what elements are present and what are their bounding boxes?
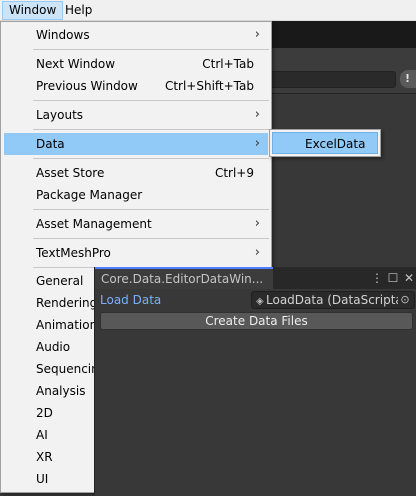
shortcut-label: Ctrl+Shift+Tab (164, 79, 254, 93)
menu-item-asset-management[interactable]: Asset Management › (4, 213, 268, 235)
editor-search-field[interactable] (268, 71, 396, 88)
shortcut-label: Ctrl+9 (214, 166, 254, 180)
menu-item-label: UI (36, 472, 49, 486)
menu-item-label: Asset Store (36, 166, 105, 180)
editor-data-window: Core.Data.EditorDataWin... ⋮ ☐ ✕ Load Data… (94, 267, 416, 496)
menu-window[interactable]: Window (2, 1, 64, 20)
menu-item-previous-window[interactable]: Previous Window Ctrl+Shift+Tab (4, 75, 268, 97)
chevron-right-icon: › (254, 245, 260, 260)
menu-item-textmeshpro[interactable]: TextMeshPro › (4, 242, 268, 264)
data-submenu: ExcelData (269, 129, 381, 157)
shortcut-label: Ctrl+Tab (202, 57, 254, 71)
menu-item-label: Analysis (36, 384, 86, 398)
menu-separator (33, 129, 269, 130)
menu-item-label: XR (36, 450, 53, 464)
menu-item-label: 2D (36, 406, 53, 420)
menu-separator (33, 100, 269, 101)
menu-item-label: Layouts (36, 108, 84, 122)
chevron-right-icon: › (254, 216, 260, 231)
scriptable-object-icon: ◈ (256, 296, 264, 307)
object-picker-icon[interactable]: ⊙ (398, 293, 412, 307)
menu-bar: Window Help (0, 0, 416, 21)
menu-item-data[interactable]: Data › (4, 133, 268, 155)
submenu-item-exceldata[interactable]: ExcelData (272, 132, 378, 154)
menu-help[interactable]: Help (59, 1, 98, 20)
chevron-right-icon: › (254, 107, 260, 122)
menu-item-next-window[interactable]: Next Window Ctrl+Tab (4, 53, 268, 75)
maximize-icon[interactable]: ☐ (385, 267, 401, 289)
panel-tab[interactable]: Core.Data.EditorDataWin... (95, 267, 273, 289)
close-icon[interactable]: ✕ (401, 267, 416, 289)
panel-tab-controls: ⋮ ☐ ✕ (369, 267, 416, 289)
menu-item-label: Animation (36, 318, 98, 332)
menu-separator (33, 209, 269, 210)
menu-item-label: Next Window (36, 57, 116, 71)
menu-separator (33, 238, 269, 239)
menu-item-package-manager[interactable]: Package Manager (4, 184, 268, 206)
menu-item-label: General (36, 274, 84, 288)
create-data-files-button[interactable]: Create Data Files (100, 312, 413, 330)
menu-item-label: Windows (36, 28, 90, 42)
menu-separator (33, 49, 269, 50)
menu-separator (33, 158, 269, 159)
menu-item-label: Data (36, 137, 65, 151)
menu-item-label: Rendering (36, 296, 98, 310)
object-field-value: LoadData (DataScripta (266, 293, 403, 307)
menu-item-label: Package Manager (36, 188, 143, 202)
more-options-icon[interactable]: ⋮ (369, 267, 385, 289)
warning-icon[interactable]: ! (400, 70, 416, 88)
menu-item-label: TextMeshPro (36, 246, 111, 260)
chevron-right-icon: › (254, 136, 260, 151)
menu-item-layouts[interactable]: Layouts › (4, 104, 268, 126)
menu-item-label: Previous Window (36, 79, 138, 93)
menu-item-windows[interactable]: Windows › (4, 24, 268, 46)
menu-item-asset-store[interactable]: Asset Store Ctrl+9 (4, 162, 268, 184)
menu-item-label: Audio (36, 340, 71, 354)
menu-item-label: Asset Management (36, 217, 152, 231)
panel-tab-bar: Core.Data.EditorDataWin... ⋮ ☐ ✕ (95, 267, 416, 289)
load-data-label: Load Data (100, 293, 162, 307)
menu-item-label: AI (36, 428, 48, 442)
chevron-right-icon: › (254, 27, 260, 42)
load-data-object-field[interactable]: ◈ LoadData (DataScripta ⊙ (251, 291, 415, 309)
